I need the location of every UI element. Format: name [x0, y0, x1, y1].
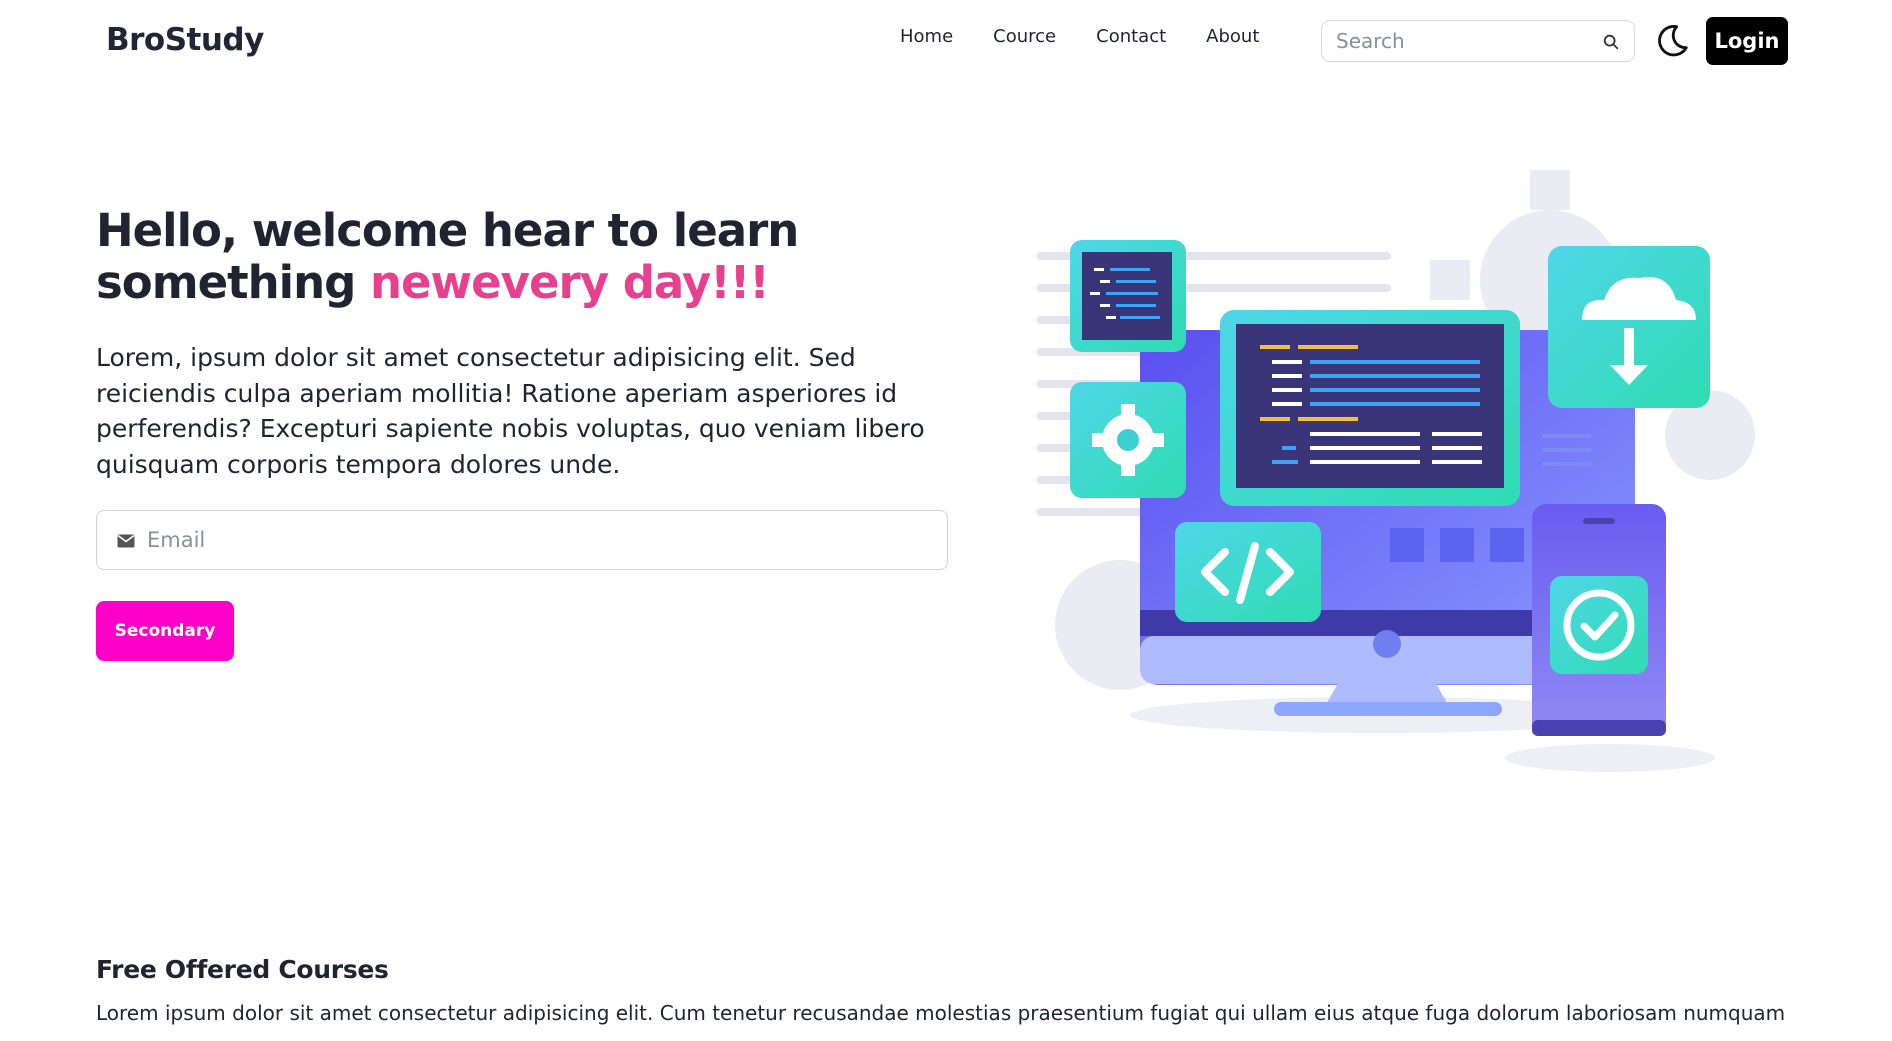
email-field — [96, 510, 948, 570]
search-box — [1321, 20, 1635, 62]
navbar: BroStudy Home Cource Contact About Login — [0, 0, 1892, 82]
nav-link-about[interactable]: About — [1206, 26, 1259, 47]
hero-description: Lorem, ipsum dolor sit amet consectetur … — [96, 343, 925, 479]
courses-description: Lorem ipsum dolor sit amet consectetur a… — [96, 1001, 1786, 1025]
phone — [1532, 504, 1666, 736]
secondary-button[interactable]: Secondary — [96, 601, 234, 661]
gear-icon — [1070, 382, 1186, 498]
code-window — [1220, 310, 1520, 506]
mail-icon — [117, 534, 135, 548]
nav-link-cource[interactable]: Cource — [993, 26, 1056, 47]
search-input[interactable] — [1336, 21, 1586, 61]
courses-title: Free Offered Courses — [96, 955, 389, 984]
moon-icon[interactable] — [1652, 22, 1690, 60]
page: BroStudy Home Cource Contact About Login… — [0, 0, 1892, 1041]
list-card — [1070, 240, 1186, 352]
login-button[interactable]: Login — [1706, 17, 1788, 65]
nav-link-contact[interactable]: Contact — [1096, 26, 1166, 47]
email-input[interactable] — [147, 511, 927, 569]
hero-title: Hello, welcome hear to learn something n… — [96, 205, 856, 309]
cloud-download-icon — [1548, 246, 1710, 408]
nav-links: Home Cource Contact About — [900, 26, 1299, 47]
hero-title-accent: newevery day!!! — [370, 256, 770, 309]
brand-logo[interactable]: BroStudy — [106, 22, 264, 58]
code-icon — [1175, 522, 1321, 622]
nav-link-home[interactable]: Home — [900, 26, 953, 47]
search-icon[interactable] — [1602, 33, 1620, 51]
hero-illustration — [1036, 170, 1755, 772]
